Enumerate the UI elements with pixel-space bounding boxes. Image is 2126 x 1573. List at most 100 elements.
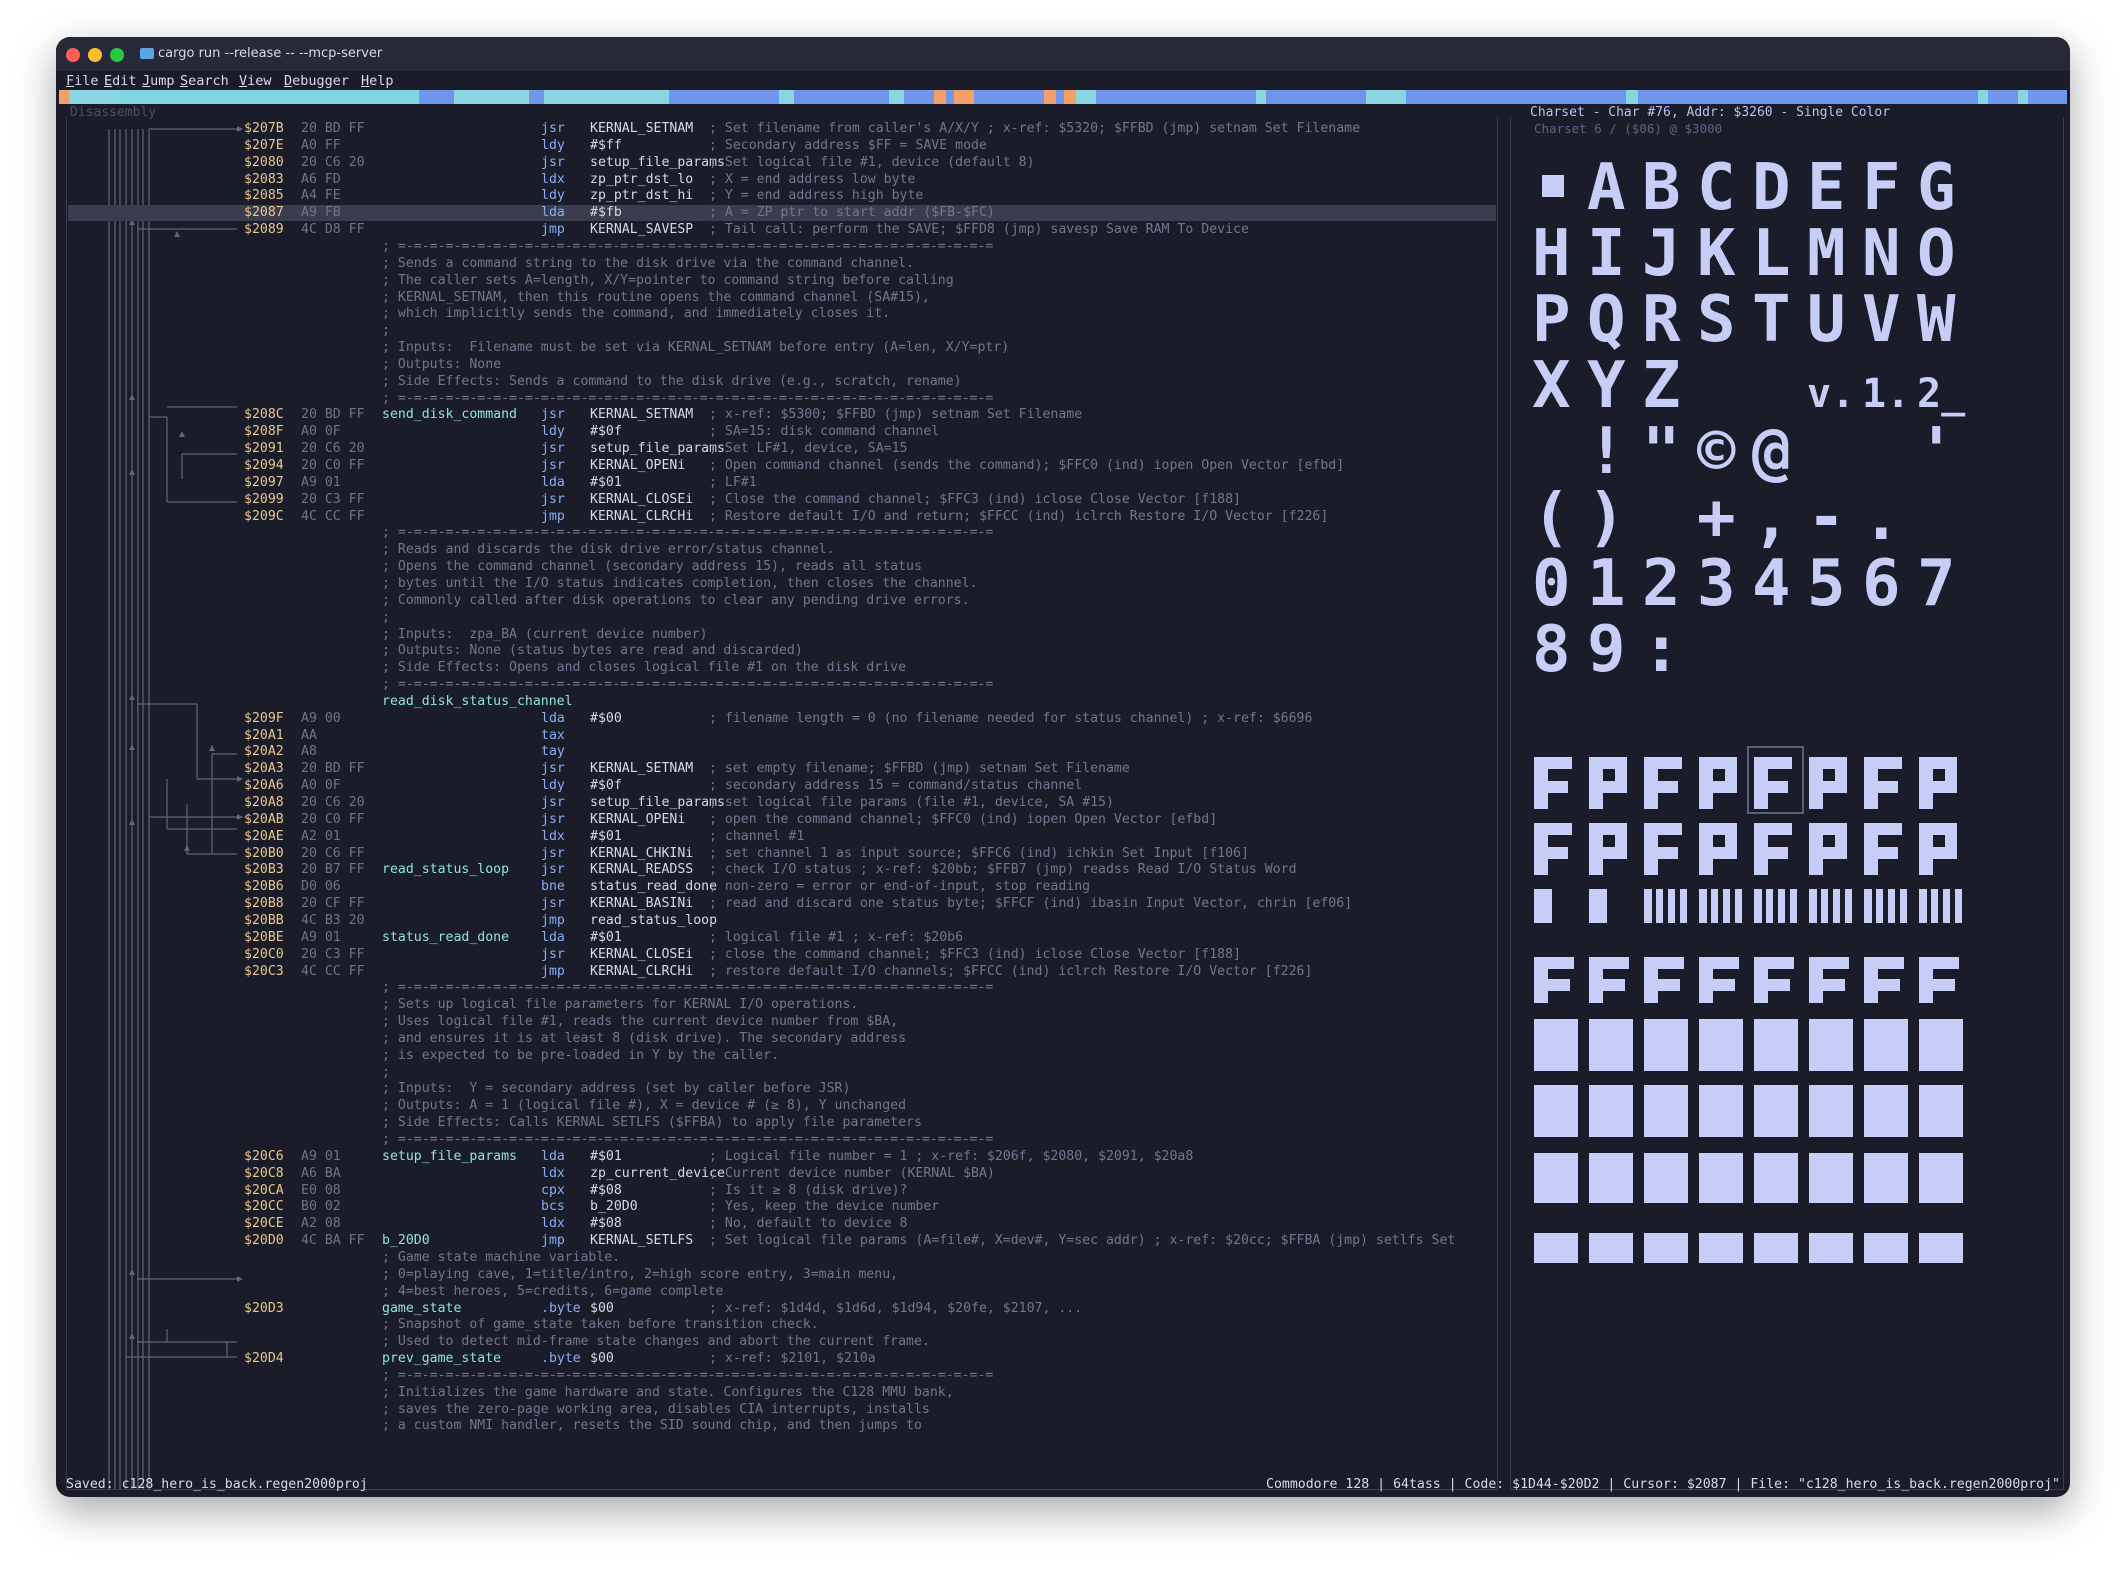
glyph-char[interactable]: X — [1532, 349, 1571, 423]
glyph-char[interactable]: + — [1697, 481, 1736, 555]
code-line[interactable]: $20B0 20 C6 FF jsr KERNAL_CHKINi ; set chann… — [67, 846, 1495, 862]
glyph-char[interactable]: V — [1862, 283, 1901, 357]
glyph-char[interactable]: Q — [1587, 283, 1626, 357]
glyph-char[interactable]: © — [1697, 415, 1736, 489]
glyph-char[interactable]: U — [1807, 283, 1846, 357]
minimap-segment[interactable] — [794, 90, 889, 104]
glyph-char[interactable]: M — [1807, 217, 1846, 291]
glyph-char[interactable]: , — [1752, 481, 1791, 555]
glyph-char[interactable]: T — [1752, 283, 1791, 357]
glyph-char[interactable]: ! — [1587, 415, 1626, 489]
code-line[interactable]: $2099 20 C3 FF jsr KERNAL_CLOSEi ; Close the… — [67, 492, 1495, 508]
glyph-char[interactable]: " — [1642, 415, 1681, 489]
code-line[interactable]: $2091 20 C6 20 jsr setup_file_params; Set L… — [67, 441, 1495, 457]
comment-line[interactable]: ; — [67, 610, 1495, 626]
code-line[interactable]: $207B 20 BD FF jsr KERNAL_SETNAM ; Set filen… — [67, 121, 1495, 137]
comment-line[interactable]: ; =-=-=-=-=-=-=-=-=-=-=-=-=-=-=-=-=-=-=-… — [67, 677, 1495, 693]
glyph-char[interactable]: ( — [1532, 481, 1571, 555]
minimap-segment[interactable] — [454, 90, 529, 104]
code-line[interactable]: $2083 A6 FD ldx zp_ptr_dst_lo ; X = end addr… — [67, 172, 1495, 188]
menu-search[interactable]: Search — [180, 73, 229, 89]
comment-line[interactable]: ; =-=-=-=-=-=-=-=-=-=-=-=-=-=-=-=-=-=-=-… — [67, 1368, 1495, 1384]
code-line[interactable]: $20A6 A0 0F ldy #$0f ; secondary address 15 … — [67, 778, 1495, 794]
comment-line[interactable]: ; Used to detect mid-frame state changes… — [67, 1334, 1495, 1350]
glyph-char[interactable]: ) — [1587, 481, 1626, 555]
minimap-segment[interactable] — [954, 90, 974, 104]
comment-line[interactable]: ; which implicitly sends the command, an… — [67, 306, 1495, 322]
code-line[interactable]: $20C3 4C CC FF jmp KERNAL_CLRCHi ; restore d… — [67, 964, 1495, 980]
code-line[interactable]: $20D0 4C BA FF b_20D0 jmp KERNAL_SETLFS ; Set… — [67, 1233, 1495, 1249]
code-line[interactable]: $20BB 4C B3 20 jmp read_status_loop — [67, 913, 1495, 929]
glyph-char[interactable]: : — [1642, 613, 1681, 687]
glyph-char[interactable]: 8 — [1532, 613, 1571, 687]
glyph-char[interactable]: 9 — [1587, 613, 1626, 687]
comment-line[interactable]: ; =-=-=-=-=-=-=-=-=-=-=-=-=-=-=-=-=-=-=-… — [67, 980, 1495, 996]
menu-jump[interactable]: Jump — [142, 73, 175, 89]
code-line[interactable]: $20C0 20 C3 FF jsr KERNAL_CLOSEi ; close the… — [67, 947, 1495, 963]
glyph-char[interactable]: C — [1697, 157, 1736, 225]
glyph-char[interactable]: K — [1697, 217, 1736, 291]
glyph-char[interactable]: I — [1587, 217, 1626, 291]
glyph-char[interactable]: E — [1807, 157, 1846, 225]
glyph-char[interactable]: 3 — [1697, 547, 1736, 621]
comment-line[interactable]: ; Sets up logical file parameters for KE… — [67, 997, 1495, 1013]
minimap-segment[interactable] — [529, 90, 544, 104]
comment-line[interactable]: ; Side Effects: Sends a command to the d… — [67, 374, 1495, 390]
glyph-char[interactable]: L — [1752, 217, 1791, 291]
comment-line[interactable]: ; The caller sets A=length, X/Y=pointer … — [67, 273, 1495, 289]
minimap-segment[interactable] — [974, 90, 1044, 104]
menu-debugger[interactable]: Debugger — [284, 73, 349, 89]
comment-line[interactable]: ; is expected to be pre-loaded in Y by t… — [67, 1048, 1495, 1064]
minimap-segment[interactable] — [59, 90, 69, 104]
glyph-char[interactable]: - — [1807, 481, 1846, 555]
minimap-segment[interactable] — [119, 90, 419, 104]
glyph-char[interactable]: F — [1862, 157, 1901, 225]
minimap-segment[interactable] — [1076, 90, 1096, 104]
comment-line[interactable]: ; =-=-=-=-=-=-=-=-=-=-=-=-=-=-=-=-=-=-=-… — [67, 239, 1495, 255]
code-line[interactable]: $20C8 A6 BA ldx zp_current_device; Current … — [67, 1166, 1495, 1182]
minimap-segment[interactable] — [1044, 90, 1056, 104]
comment-line[interactable]: ; Side Effects: Opens and closes logical… — [67, 660, 1495, 676]
glyph-char[interactable]: A — [1587, 157, 1626, 225]
comment-line[interactable]: ; =-=-=-=-=-=-=-=-=-=-=-=-=-=-=-=-=-=-=-… — [67, 391, 1495, 407]
code-line[interactable]: $208F A0 0F ldy #$0f ; SA=15: disk command c… — [67, 424, 1495, 440]
minimap-segment[interactable] — [889, 90, 904, 104]
glyph-char[interactable]: 6 — [1862, 547, 1901, 621]
minimap-segment[interactable] — [669, 90, 779, 104]
code-line[interactable]: $2094 20 C0 FF jsr KERNAL_OPENi ; Open comma… — [67, 458, 1495, 474]
comment-line[interactable]: ; Game state machine variable. — [67, 1250, 1495, 1266]
minimap-segment[interactable] — [1626, 90, 1638, 104]
comment-line[interactable]: ; Reads and discards the disk drive erro… — [67, 542, 1495, 558]
glyph-char[interactable]: P — [1532, 283, 1571, 357]
code-line[interactable]: $207E A0 FF ldy #$ff ; Secondary address $FF… — [67, 138, 1495, 154]
glyph-char[interactable]: v. — [1807, 371, 1855, 417]
minimap-segment[interactable] — [2018, 90, 2028, 104]
label-line[interactable]: read_disk_status_channel — [67, 694, 1495, 710]
glyph-char[interactable]: B — [1642, 157, 1681, 225]
minimap-segment[interactable] — [1366, 90, 1406, 104]
minimap-segment[interactable] — [1064, 90, 1076, 104]
comment-line[interactable]: ; Outputs: A = 1 (logical file #), X = d… — [67, 1098, 1495, 1114]
code-line[interactable]: $209F A9 00 lda #$00 ; filename length = 0 (… — [67, 711, 1495, 727]
minimap-segment[interactable] — [419, 90, 454, 104]
code-line[interactable]: $20B8 20 CF FF jsr KERNAL_BASINi ; read and … — [67, 896, 1495, 912]
minimap-segment[interactable] — [1056, 90, 1064, 104]
menu-help[interactable]: Help — [361, 73, 394, 89]
comment-line[interactable]: ; Snapshot of game_state taken before tr… — [67, 1317, 1495, 1333]
glyph-char[interactable]: . — [1862, 481, 1901, 555]
glyph-char[interactable]: H — [1532, 217, 1571, 291]
comment-line[interactable]: ; bytes until the I/O status indicates c… — [67, 576, 1495, 592]
code-line[interactable]: $20BE A9 01 status_read_done lda #$01 ; logic… — [67, 930, 1495, 946]
comment-line[interactable]: ; KERNAL_SETNAM, then this routine opens… — [67, 290, 1495, 306]
code-line[interactable]: $2089 4C D8 FF jmp KERNAL_SAVESP ; Tail call… — [67, 222, 1495, 238]
glyph-char[interactable]: ' — [1917, 415, 1956, 489]
comment-line[interactable]: ; Initializes the game hardware and stat… — [67, 1385, 1495, 1401]
minimap-segment[interactable] — [904, 90, 934, 104]
code-line[interactable]: $209C 4C CC FF jmp KERNAL_CLRCHi ; Restore d… — [67, 509, 1495, 525]
glyph-char[interactable]: Z — [1642, 349, 1681, 423]
minimize-window-button[interactable] — [88, 48, 102, 62]
comment-line[interactable]: ; Inputs: Filename must be set via KERNA… — [67, 340, 1495, 356]
code-line[interactable]: $20B6 D0 06 bne status_read_done; non-zero … — [67, 879, 1495, 895]
comment-line[interactable]: ; =-=-=-=-=-=-=-=-=-=-=-=-=-=-=-=-=-=-=-… — [67, 525, 1495, 541]
code-line[interactable]: $20B3 20 B7 FF read_status_loop jsr KERNAL_R… — [67, 862, 1495, 878]
